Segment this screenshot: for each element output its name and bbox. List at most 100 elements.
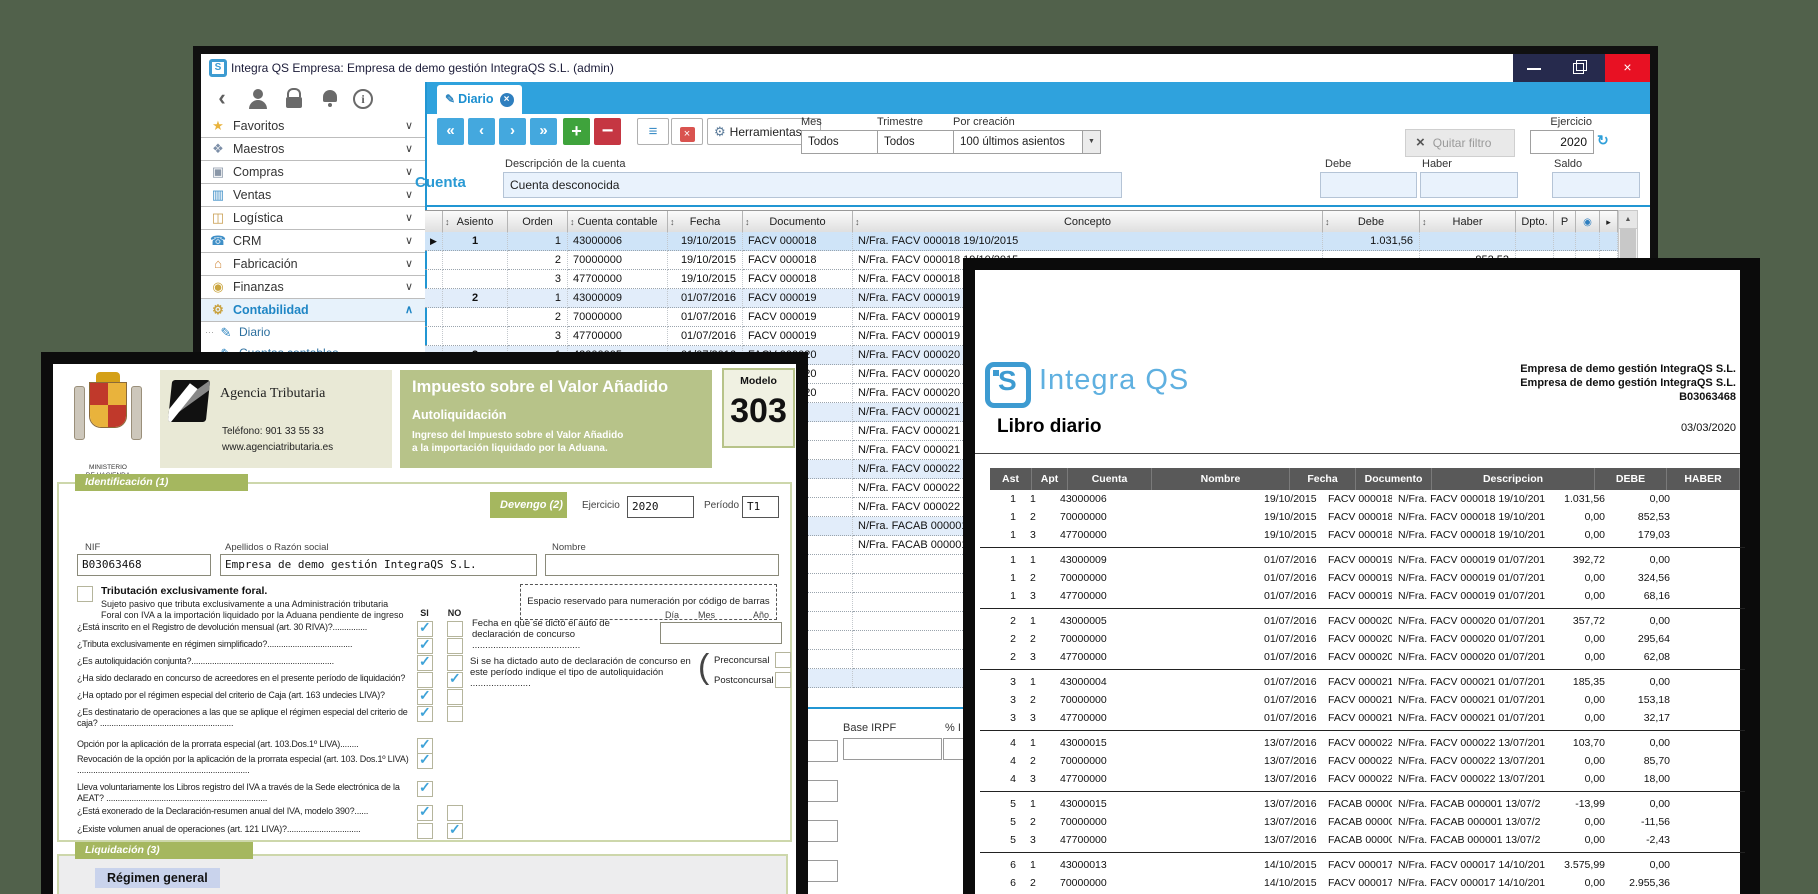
column-header-sel[interactable] (425, 211, 443, 233)
ano-label: Año (753, 610, 770, 620)
quitar-filtro-button[interactable]: × Quitar filtro (1405, 129, 1515, 157)
report-table: Ast Apt Cuenta Nombre Fecha Documento Descripc… (980, 468, 1745, 892)
apellidos-label: Apellidos o Razón social (225, 542, 329, 553)
report-cell: 14/10/2015 (1264, 859, 1317, 871)
delete-button[interactable]: × (671, 118, 703, 145)
company-line1: Empresa de demo gestión IntegraQS S.L. (1520, 363, 1736, 375)
bell-icon[interactable] (317, 87, 343, 111)
mes-label: Mes (801, 116, 822, 128)
company-line2: Empresa de demo gestión IntegraQS S.L. (1520, 377, 1736, 389)
column-header-documento[interactable]: Documento ↕ (743, 211, 853, 233)
close-button[interactable]: × (1605, 54, 1650, 82)
report-cell: 70000000 (1060, 572, 1107, 584)
report-cell: -2,43 (1646, 834, 1670, 846)
table-row[interactable]: ▶ 1 1 43000006 19/10/2015 FACV 000018 N/Fra. F… (425, 232, 1618, 251)
report-cell: 1.031,56 (1564, 493, 1605, 505)
report-cell: 2 (1030, 572, 1036, 584)
sidebar-item-label: Fabricación (233, 257, 298, 271)
report-cell: N/Fra. FACV 000021 01/07/201 (1398, 694, 1546, 706)
tab-label: Diario (458, 92, 494, 106)
postconcursal-label: Postconcursal (714, 675, 774, 686)
sidebar-item-crm[interactable]: ☎ CRM ∨ (201, 230, 425, 253)
column-header-p[interactable]: P (1554, 211, 1576, 233)
wrench-icon: ⚙ (714, 124, 726, 139)
info-icon[interactable]: i (353, 89, 373, 109)
list-view-button[interactable]: ≡ (637, 118, 669, 145)
cuenta-descripcion-input[interactable]: Cuenta desconocida (503, 172, 1122, 198)
ejercicio-input[interactable]: 2020 (1530, 130, 1594, 154)
modelo-label: Modelo (740, 375, 777, 387)
report-row: 2 3 47700000 01/07/2016 FACV 000020 N/Fra. FA… (990, 648, 1740, 666)
saldo-input[interactable] (1552, 172, 1640, 198)
report-cell (1132, 490, 1264, 508)
cuenta-label: Cuenta (415, 174, 466, 191)
sidebar-item-label: Ventas (233, 188, 272, 202)
last-record-button[interactable]: » (530, 118, 557, 145)
column-header-fecha[interactable]: Fecha ↕ (668, 211, 743, 233)
bottom-field[interactable] (806, 740, 838, 762)
next-record-button[interactable]: › (499, 118, 526, 145)
bottom-field[interactable] (806, 780, 838, 802)
divider (425, 205, 1650, 207)
sidebar-item-logi-stica[interactable]: ◫ Logística ∨ (201, 207, 425, 230)
bottom-field[interactable] (806, 860, 838, 882)
first-record-button[interactable]: « (437, 118, 464, 145)
report-cell: 13/07/2016 (1264, 773, 1317, 785)
sidebar-item-finanzas[interactable]: ◉ Finanzas ∨ (201, 276, 425, 299)
tab-diario[interactable]: ✎ Diario × (437, 85, 522, 114)
restore-button[interactable] (1557, 54, 1605, 82)
tab-close-icon[interactable]: × (499, 93, 514, 107)
column-header-concepto[interactable]: Concepto ↕ (853, 211, 1323, 233)
back-icon[interactable]: ‹ (209, 87, 235, 111)
sidebar-item-diario[interactable]: ··· ✎ Diario (201, 322, 425, 343)
cell-sel: ▶ (425, 232, 443, 251)
barcode-box: Espacio reservado para numeración por có… (520, 584, 777, 620)
add-record-button[interactable]: + (563, 118, 590, 145)
debe-input[interactable] (1320, 172, 1417, 198)
cell-cuenta: 43000009 (568, 289, 668, 308)
remove-record-button[interactable]: − (594, 118, 621, 145)
report-cell: 47700000 (1060, 773, 1107, 785)
haber-input[interactable] (1420, 172, 1518, 198)
column-header-dpto[interactable]: Dpto. (1516, 211, 1554, 233)
report-column-fecha: Fecha (1290, 468, 1356, 490)
base-irpf-input[interactable] (843, 738, 942, 760)
column-header-asiento[interactable]: Asiento ↕ (443, 211, 508, 233)
nif-label: NIF (85, 542, 101, 553)
report-cell: 2.955,36 (1629, 877, 1670, 889)
sidebar-item-ventas[interactable]: ▥ Ventas ∨ (201, 184, 425, 207)
sidebar-item-maestros[interactable]: ❖ Maestros ∨ (201, 138, 425, 161)
report-cell: 2 (1030, 816, 1036, 828)
prev-record-button[interactable]: ‹ (468, 118, 495, 145)
refresh-icon[interactable]: ↻ (1597, 132, 1609, 149)
mes-form-label: Mes (698, 610, 716, 620)
package-icon: ◫ (211, 210, 225, 225)
base-irpf-label: Base IRPF (843, 722, 897, 734)
sidebar-item-fabricacio-n[interactable]: ⌂ Fabricación ∨ (201, 253, 425, 276)
no-checkbox (447, 805, 463, 821)
report-company-block: Empresa de demo gestión IntegraQS S.L. E… (1520, 362, 1736, 404)
sidebar-item-contabilidad[interactable]: ⚙ Contabilidad ∧ (201, 299, 425, 322)
scroll-up-icon[interactable]: ▲ (1619, 211, 1637, 229)
report-cell: 3 (1030, 773, 1036, 785)
report-cell: 70000000 (1060, 816, 1107, 828)
report-cell: FACV 000022 (1328, 773, 1392, 785)
report-cell: 0,00 (1649, 493, 1670, 505)
bottom-field[interactable] (806, 820, 838, 842)
column-header-debe[interactable]: Debe ↕ (1323, 211, 1420, 233)
column-header-orden[interactable]: Orden (508, 211, 568, 233)
sidebar-item-compras[interactable]: ▣ Compras ∨ (201, 161, 425, 184)
chevron-down-icon: ∨ (404, 143, 413, 155)
minimize-button[interactable] (1513, 54, 1557, 82)
por-creacion-dropdown[interactable]: 100 últimos asientos ▼ (953, 130, 1101, 154)
cell-p (1554, 232, 1576, 251)
column-header-haber[interactable]: Haber ↕ (1420, 211, 1516, 233)
column-header-cuenta[interactable]: Cuenta contable ↕ (568, 211, 668, 233)
form-desc-line1: Ingreso del Impuesto sobre el Valor Añad… (412, 430, 624, 441)
lock-icon[interactable] (281, 87, 307, 111)
user-icon[interactable] (245, 87, 271, 111)
column-header-eye[interactable]: ◉ (1576, 211, 1600, 233)
column-header-nav[interactable]: ▸ (1600, 211, 1618, 233)
sidebar-item-favoritos[interactable]: ★ Favoritos ∨ (201, 115, 425, 138)
report-cell: 0,00 (1584, 834, 1605, 846)
